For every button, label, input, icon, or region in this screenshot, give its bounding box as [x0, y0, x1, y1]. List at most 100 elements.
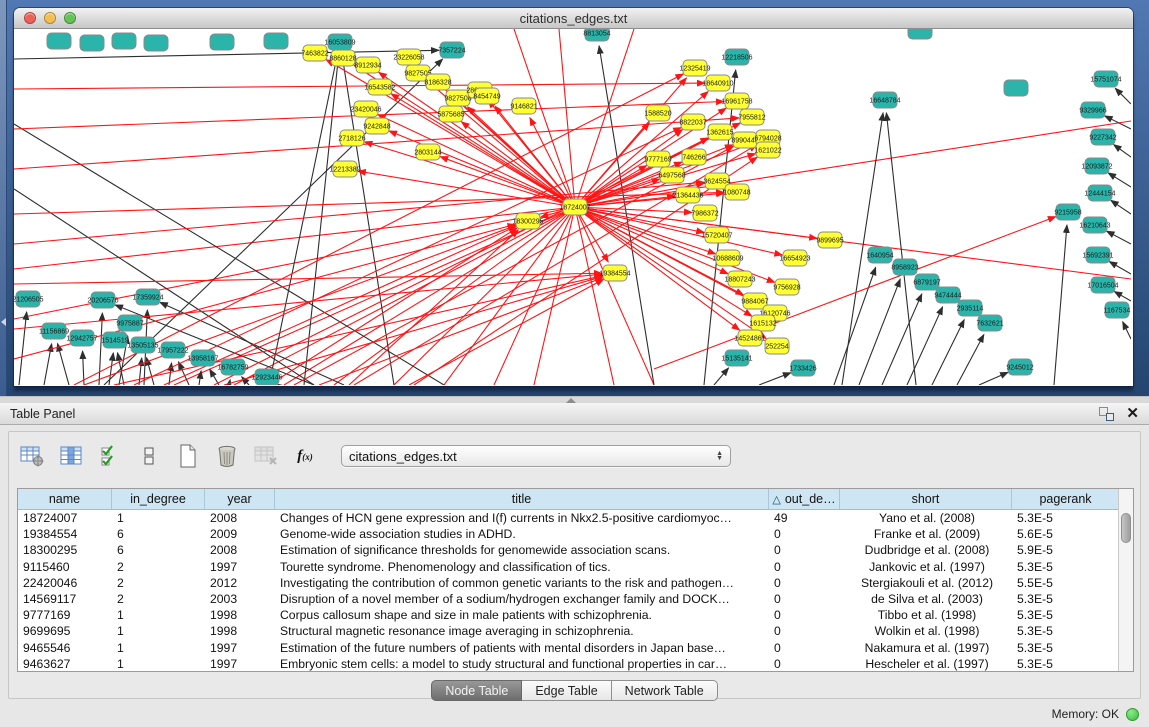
- graph-node[interactable]: 6879197: [913, 274, 940, 290]
- graph-edge[interactable]: [1115, 88, 1131, 104]
- graph-node[interactable]: 9756928: [773, 279, 800, 295]
- column-header-name[interactable]: name: [18, 489, 112, 509]
- graph-node[interactable]: 2803144: [414, 144, 441, 160]
- graph-node[interactable]: 9245012: [1006, 359, 1033, 375]
- graph-edge[interactable]: [409, 279, 604, 385]
- graph-edge[interactable]: [139, 358, 142, 385]
- graph-edge[interactable]: [284, 207, 575, 385]
- graph-edge[interactable]: [1106, 231, 1131, 244]
- table-row[interactable]: 911546021997Tourette syndrome. Phenomeno…: [18, 559, 1120, 575]
- graph-edge[interactable]: [859, 279, 900, 385]
- graph-edge[interactable]: [575, 207, 782, 255]
- collapse-arrow-icon[interactable]: [1, 318, 6, 326]
- graph-node[interactable]: 7463822: [301, 45, 328, 61]
- float-window-icon[interactable]: [1099, 407, 1114, 421]
- graph-node[interactable]: 5875685: [437, 106, 464, 122]
- graph-edge[interactable]: [19, 312, 27, 385]
- tab-node-table[interactable]: Node Table: [431, 680, 522, 701]
- graph-node[interactable]: 1080748: [723, 184, 750, 200]
- network-canvas[interactable]: 1872400774638228860128891293423226058982…: [14, 29, 1131, 385]
- column-header-short[interactable]: short: [840, 489, 1012, 509]
- table-row[interactable]: 1830029562008Estimation of significance …: [18, 542, 1120, 558]
- rows-icon[interactable]: [134, 443, 164, 469]
- graph-edge[interactable]: [278, 384, 279, 385]
- column-header-title[interactable]: title: [275, 489, 769, 509]
- graph-edge[interactable]: [114, 276, 602, 385]
- graph-node[interactable]: 9899695: [816, 232, 843, 248]
- tab-edge-table[interactable]: Edge Table: [522, 680, 611, 701]
- graph-edge[interactable]: [178, 362, 189, 385]
- graph-window-titlebar[interactable]: citations_edges.txt: [14, 8, 1133, 29]
- graph-edge[interactable]: [834, 267, 876, 385]
- graph-node[interactable]: 15720407: [701, 227, 732, 243]
- graph-node[interactable]: 13505135: [127, 337, 158, 353]
- graph-node[interactable]: 12444154: [1084, 185, 1115, 201]
- table-selector-dropdown[interactable]: citations_edges.txt ▲▼: [341, 445, 731, 467]
- tab-network-table[interactable]: Network Table: [612, 680, 718, 701]
- graph-edge[interactable]: [932, 320, 964, 385]
- graph-node[interactable]: 12942757: [66, 330, 97, 346]
- graph-node[interactable]: 9227342: [1089, 129, 1116, 145]
- graph-node[interactable]: 9975887: [116, 315, 143, 331]
- graph-edge[interactable]: [1109, 261, 1131, 274]
- graph-node[interactable]: 19384554: [599, 265, 630, 281]
- graph-edge[interactable]: [99, 313, 102, 385]
- graph-node[interactable]: [47, 33, 71, 49]
- graph-edge[interactable]: [389, 131, 575, 207]
- graph-edge[interactable]: [134, 128, 681, 385]
- graph-node[interactable]: [80, 35, 104, 51]
- graph-node[interactable]: 9242848: [363, 118, 390, 134]
- table-row[interactable]: 977716911998Corpus callosum shape and si…: [18, 607, 1120, 623]
- graph-node[interactable]: 20206576: [87, 292, 118, 308]
- graph-node[interactable]: 16053809: [324, 34, 355, 50]
- table-row[interactable]: 1456911722003Disruption of a novel membe…: [18, 591, 1120, 607]
- graph-node[interactable]: 9474444: [934, 287, 961, 303]
- graph-edge[interactable]: [759, 373, 791, 385]
- graph-edge[interactable]: [364, 142, 575, 207]
- table-settings-icon[interactable]: [17, 443, 47, 469]
- graph-edge[interactable]: [414, 157, 757, 385]
- graph-node[interactable]: 1588520: [644, 105, 671, 121]
- graph-node[interactable]: 1167534: [1104, 302, 1131, 318]
- graph-node[interactable]: 8958923: [891, 259, 918, 275]
- graph-node[interactable]: 18300295: [512, 213, 543, 229]
- graph-node[interactable]: 9146821: [510, 98, 537, 114]
- graph-node[interactable]: 12218506: [721, 49, 752, 65]
- graph-node[interactable]: 12213389: [329, 161, 360, 177]
- graph-node[interactable]: 1514519: [101, 332, 128, 348]
- zoom-button[interactable]: [64, 12, 76, 24]
- graph-node[interactable]: 1621022: [754, 142, 781, 158]
- table-row[interactable]: 946554611997Estimation of the future num…: [18, 640, 1120, 656]
- graph-node[interactable]: 16782759: [217, 359, 248, 375]
- graph-node[interactable]: 23226058: [393, 49, 424, 65]
- graph-node[interactable]: 17016504: [1087, 277, 1118, 293]
- graph-edge[interactable]: [118, 353, 124, 385]
- graph-node[interactable]: 8454749: [473, 88, 500, 104]
- graph-node[interactable]: 9215958: [1054, 204, 1081, 220]
- split-divider[interactable]: [0, 396, 1149, 403]
- graph-node[interactable]: 7955812: [738, 109, 765, 125]
- graph-edge[interactable]: [979, 372, 1008, 385]
- column-header-out_de[interactable]: △out_de…: [769, 489, 840, 509]
- graph-node[interactable]: 15692391: [1082, 247, 1113, 263]
- graph-node[interactable]: 1615132: [749, 315, 776, 331]
- function-builder-icon[interactable]: f(x): [290, 443, 320, 469]
- graph-node[interactable]: 7357224: [438, 42, 465, 58]
- graph-node[interactable]: 12325419: [679, 60, 710, 76]
- graph-node[interactable]: [908, 29, 932, 39]
- graph-node[interactable]: 16961758: [721, 93, 752, 109]
- graph-node[interactable]: 2718126: [338, 130, 365, 146]
- graph-edge[interactable]: [1108, 173, 1131, 187]
- graph-node[interactable]: 13958167: [187, 350, 218, 366]
- graph-node[interactable]: [112, 33, 136, 49]
- table-row[interactable]: 2242004622012Investigating the contribut…: [18, 575, 1120, 591]
- close-button[interactable]: [24, 12, 36, 24]
- row-selection-icon[interactable]: [95, 443, 125, 469]
- graph-window[interactable]: citations_edges.txt 18724007746382288601…: [14, 8, 1133, 386]
- graph-node[interactable]: [264, 33, 288, 49]
- graph-node[interactable]: 18724007: [559, 199, 590, 215]
- graph-edge[interactable]: [229, 380, 230, 385]
- graph-edge[interactable]: [714, 368, 729, 385]
- graph-node[interactable]: 14524861: [734, 330, 765, 346]
- graph-edge[interactable]: [1114, 291, 1131, 301]
